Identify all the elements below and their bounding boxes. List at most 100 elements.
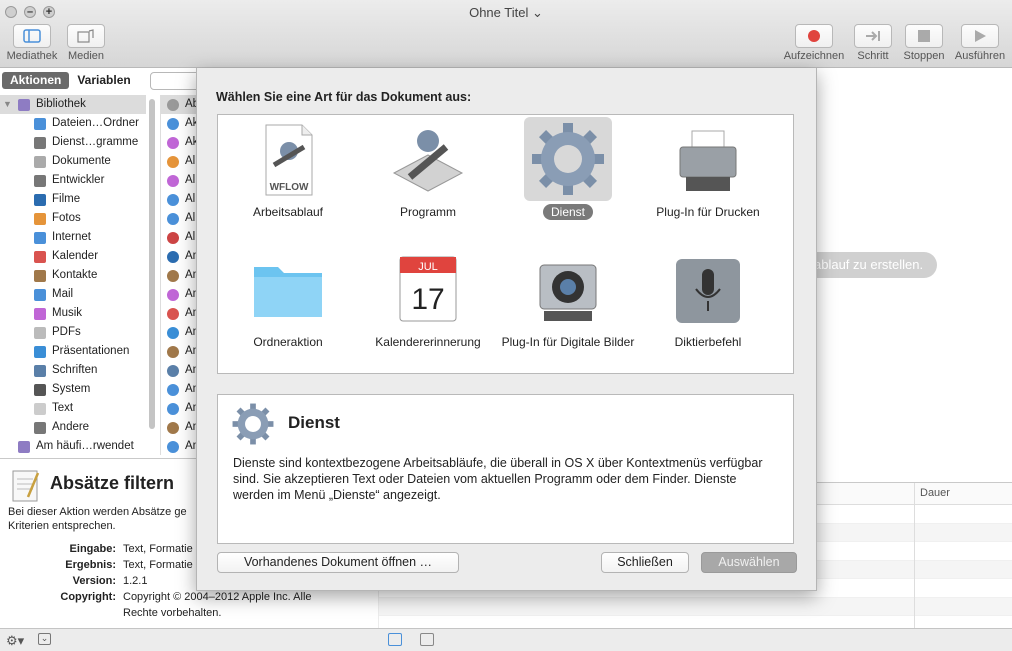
gear-icon[interactable]: ⚙▾	[6, 633, 24, 649]
tab-aktionen[interactable]: Aktionen	[2, 72, 70, 89]
mediathek-button[interactable]: Mediathek	[4, 24, 60, 62]
library-item[interactable]: Fotos	[0, 209, 146, 228]
action-item[interactable]: An	[161, 399, 196, 418]
stop-icon	[905, 24, 943, 48]
action-item[interactable]: Al	[161, 171, 196, 190]
library-item[interactable]: Text	[0, 399, 146, 418]
music-icon	[34, 308, 46, 320]
library-item[interactable]: Mail	[0, 285, 146, 304]
action-item[interactable]: An	[161, 342, 196, 361]
action-item[interactable]: An	[161, 266, 196, 285]
aufzeichnen-button[interactable]: Aufzeichnen	[780, 24, 848, 62]
action-item[interactable]: An	[161, 247, 196, 266]
action-item-label: An	[185, 364, 196, 376]
library-scrollbar[interactable]	[148, 95, 156, 455]
library-item[interactable]: Dienst…gramme	[0, 133, 146, 152]
globe-icon	[34, 232, 46, 244]
disclosure-icon[interactable]: ▼	[3, 95, 12, 114]
library-item[interactable]: Musik	[0, 304, 146, 323]
type-kalendererinnerung[interactable]: JUL 17 Kalendererinnerung	[358, 247, 498, 350]
action-icon	[167, 99, 179, 111]
column-view-icon[interactable]	[420, 633, 434, 646]
action-item[interactable]: Ak	[161, 133, 196, 152]
library-item[interactable]: Präsentationen	[0, 342, 146, 361]
action-item[interactable]: An	[161, 304, 196, 323]
library-item[interactable]: Internet	[0, 228, 146, 247]
search-input[interactable]	[150, 72, 200, 90]
action-item[interactable]: An	[161, 437, 196, 455]
action-item[interactable]: An	[161, 418, 196, 437]
library-item[interactable]: System	[0, 380, 146, 399]
calendar-icon: JUL 17	[384, 247, 472, 331]
open-existing-button[interactable]: Vorhandenes Dokument öffnen …	[217, 552, 459, 573]
microphone-icon	[664, 247, 752, 331]
library-item[interactable]: Schriften	[0, 361, 146, 380]
type-diktierbefehl[interactable]: Diktierbefehl	[638, 247, 778, 350]
library-item[interactable]: ▼ Bibliothek	[0, 95, 146, 114]
medien-button[interactable]: Medien	[63, 24, 109, 62]
library-item-label: Text	[52, 402, 74, 414]
action-item-label: Ak	[185, 117, 196, 129]
title-bar: – + Ohne Titel ⌄ Mediathek Medien Aufzei…	[0, 0, 1012, 68]
ausfuehren-button[interactable]: Ausführen	[951, 24, 1009, 62]
type-programm[interactable]: Programm	[358, 117, 498, 220]
library-item-label: Mail	[52, 288, 74, 300]
tab-variablen[interactable]: Variablen	[69, 72, 138, 89]
action-item[interactable]: An	[161, 285, 196, 304]
action-item[interactable]: Al	[161, 190, 196, 209]
type-arbeitsablauf[interactable]: WFLOW Arbeitsablauf	[218, 117, 358, 220]
action-icon	[167, 251, 179, 263]
action-icon	[167, 308, 179, 320]
action-item[interactable]: Ak	[161, 114, 196, 133]
action-description: Bei dieser Aktion werden Absätze ge Krit…	[8, 506, 187, 532]
library-item[interactable]: Dateien…Ordner	[0, 114, 146, 133]
list-view-icon[interactable]	[388, 633, 402, 646]
choose-button[interactable]: Auswählen	[701, 552, 797, 573]
action-item[interactable]: Al	[161, 152, 196, 171]
type-dienst[interactable]: Dienst	[498, 117, 638, 220]
action-icon	[167, 365, 179, 377]
chevron-down-icon[interactable]: ⌄	[38, 633, 51, 645]
action-icon	[167, 346, 179, 358]
schritt-button[interactable]: Schritt	[852, 24, 894, 62]
library-item-label: Kalender	[52, 250, 99, 262]
sidebar-icon	[13, 24, 51, 48]
document-icon	[34, 156, 46, 168]
action-icon	[167, 175, 179, 187]
type-plugin-drucken[interactable]: Plug-In für Drucken	[638, 117, 778, 220]
action-item[interactable]: Al	[161, 228, 196, 247]
action-icon	[167, 118, 179, 130]
library-item[interactable]: PDFs	[0, 323, 146, 342]
action-icon	[167, 137, 179, 149]
action-item[interactable]: Al	[161, 209, 196, 228]
close-button[interactable]: Schließen	[601, 552, 689, 573]
application-icon	[384, 117, 472, 201]
action-item[interactable]: An	[161, 361, 196, 380]
action-icon	[167, 327, 179, 339]
library-item-label: Musik	[52, 307, 83, 319]
library-item-label: Dokumente	[52, 155, 111, 167]
camera-icon	[524, 247, 612, 331]
library-item[interactable]: Dokumente	[0, 152, 146, 171]
library-item[interactable]: Kalender	[0, 247, 146, 266]
action-item[interactable]: An	[161, 380, 196, 399]
library-item[interactable]: Andere	[0, 418, 146, 437]
pdf-icon	[34, 327, 46, 339]
system-icon	[34, 384, 46, 396]
library-item-label: Filme	[52, 193, 81, 205]
action-item[interactable]: An	[161, 323, 196, 342]
film-icon	[34, 194, 46, 206]
type-ordneraktion[interactable]: Ordneraktion	[218, 247, 358, 350]
action-item[interactable]: Ab	[161, 95, 196, 114]
window-title[interactable]: Ohne Titel ⌄	[0, 5, 1012, 21]
library-item[interactable]: Filme	[0, 190, 146, 209]
library-item[interactable]: Am häufi…rwendet	[0, 437, 146, 455]
folder-icon	[244, 247, 332, 331]
library-item[interactable]: Entwickler	[0, 171, 146, 190]
log-column-duration[interactable]: Dauer	[920, 487, 950, 499]
library-icon	[18, 99, 30, 111]
action-icon	[167, 441, 179, 453]
library-item[interactable]: Kontakte	[0, 266, 146, 285]
type-plugin-digitale-bilder[interactable]: Plug-In für Digitale Bilder	[498, 247, 638, 350]
stoppen-button[interactable]: Stoppen	[900, 24, 948, 62]
